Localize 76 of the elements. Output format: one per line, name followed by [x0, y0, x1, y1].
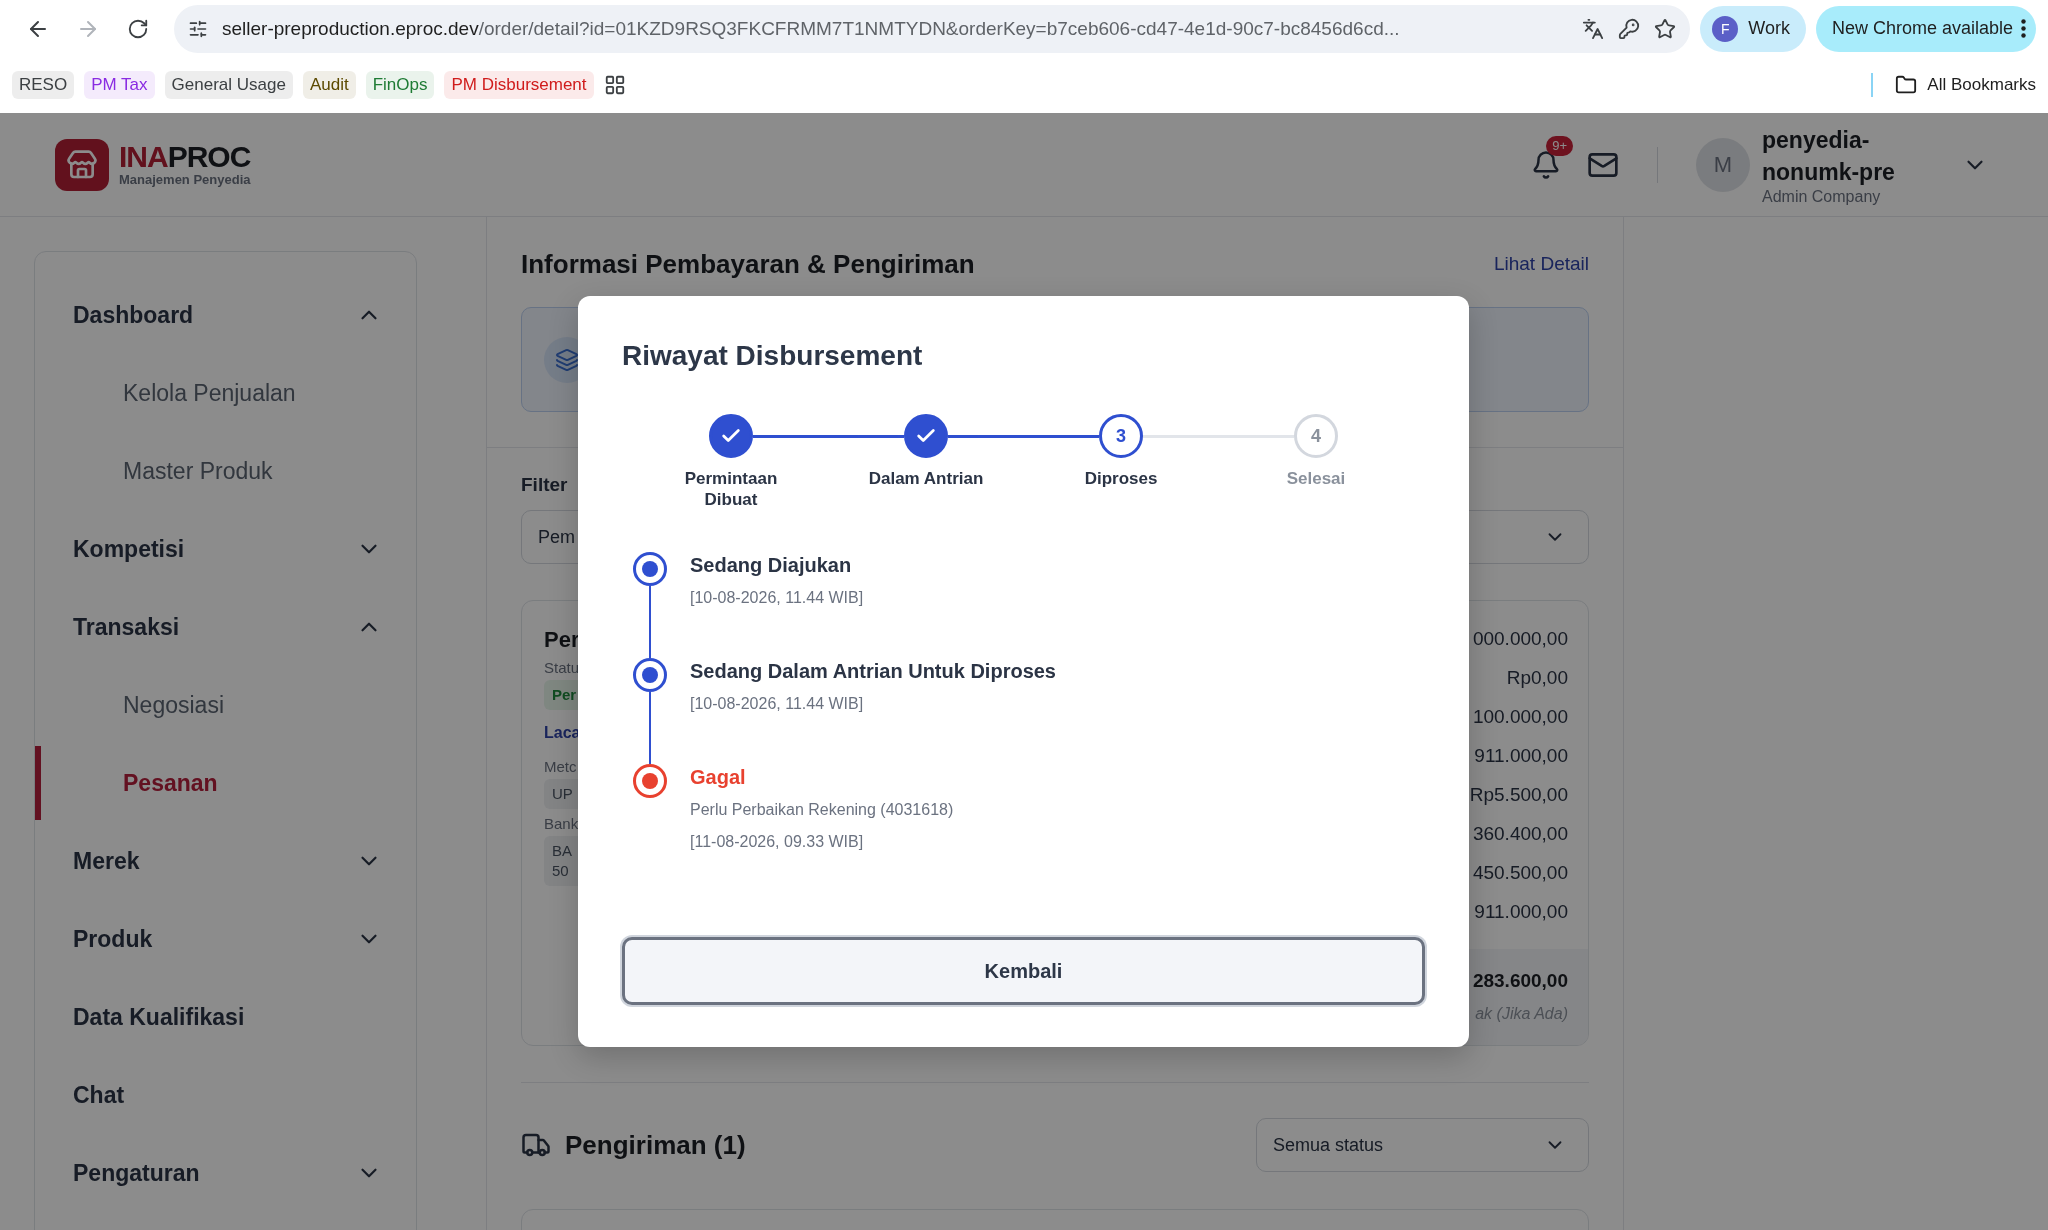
step-circle: 3	[1099, 414, 1143, 458]
profile-button[interactable]: F Work	[1700, 5, 1806, 52]
bookmark[interactable]: RESO	[12, 71, 75, 99]
translate-icon[interactable]	[1582, 17, 1605, 40]
step-circle: 4	[1294, 414, 1338, 458]
amount-value: Rp5.500,00	[1469, 783, 1568, 807]
section-title: Informasi Pembayaran & Pengiriman	[521, 248, 975, 280]
dialog-title: Riwayat Disbursement	[622, 339, 924, 373]
key-icon[interactable]	[1618, 17, 1641, 40]
more-icon	[2021, 19, 2026, 38]
total-amount: 283.600,00	[1472, 969, 1568, 993]
bookmark[interactable]: PM Tax	[84, 71, 155, 99]
sidebar-subitem[interactable]: Kelola Penjualan	[35, 354, 416, 432]
event-time: [11-08-2026, 09.33 WIB]	[690, 832, 865, 852]
shipping-title: Pengiriman (1)	[565, 1129, 747, 1161]
event-time: [10-08-2026, 11.44 WIB]	[690, 694, 865, 714]
update-label: New Chrome available	[1831, 18, 2013, 39]
folder-icon[interactable]	[1895, 74, 1918, 96]
brand-subtitle: Manajemen Penyedia	[119, 172, 251, 187]
sidebar-item[interactable]: Data Kualifikasi	[35, 978, 416, 1056]
amount-value: Rp0,00	[1506, 666, 1568, 690]
sidebar-subitem[interactable]: Negosiasi	[35, 666, 416, 744]
method-label: Metc	[544, 758, 577, 775]
update-button[interactable]: New Chrome available	[1815, 5, 2036, 52]
bookmark[interactable]: General Usage	[164, 71, 293, 99]
sidebar-item[interactable]: Pengaturan	[35, 1134, 416, 1212]
detail-link[interactable]: Lihat Detail	[1493, 253, 1589, 275]
amount-value: 100.000,00	[1472, 705, 1568, 729]
store-logo-icon	[55, 138, 109, 191]
profile-name: Work	[1748, 18, 1790, 39]
url-text: seller-preproduction.eproc.dev/order/detail?id=01KZD9RSQ3FKCFRMM7T1NMTYDN&orderKey=b7ceb606-cd47-4e1d-90c7-bc8456d6cd...	[222, 17, 1400, 39]
notification-badge: 9+	[1546, 135, 1573, 156]
site-settings-icon[interactable]	[188, 18, 208, 39]
star-icon[interactable]	[1654, 17, 1677, 40]
user-avatar[interactable]: M	[1696, 137, 1750, 192]
amount-value: 000.000,00	[1472, 627, 1568, 651]
amount-value: 911.000,00	[1474, 744, 1568, 768]
amount-value: 911.000,00	[1474, 900, 1568, 924]
sidebar-item[interactable]: Transaksi	[35, 588, 416, 666]
step-label: Selesai	[1286, 468, 1346, 489]
user-name: penyedia-nonumk-pre	[1762, 125, 1896, 187]
sidebar-subitem[interactable]: Pesanan	[35, 744, 416, 822]
bookmark[interactable]: PM Disbursement	[444, 71, 594, 99]
event-note: Perlu Perbaikan Rekening (4031618)	[690, 800, 955, 820]
step-label: Dalam Antrian	[868, 468, 984, 489]
event-title: Sedang Dalam Antrian Untuk Diproses	[690, 659, 1057, 684]
sidebar-item[interactable]: Kompetisi	[35, 510, 416, 588]
sidebar-item[interactable]: Produk	[35, 900, 416, 978]
step-label: Diproses	[1084, 468, 1158, 489]
status-select[interactable]: Semua status	[1256, 1118, 1589, 1172]
brand-name: INAPROC	[119, 142, 251, 172]
back-button[interactable]: Kembali	[622, 937, 1425, 1005]
apps-grid-icon[interactable]	[603, 74, 626, 96]
sidebar-item[interactable]: Chat	[35, 1056, 416, 1134]
bookmark[interactable]: FinOps	[365, 71, 435, 99]
amount-value: 450.500,00	[1472, 861, 1568, 885]
event-title: Gagal	[690, 765, 747, 790]
sidebar-item[interactable]: Dashboard	[35, 276, 416, 354]
card-title: Per	[544, 627, 580, 653]
filter-label: Filter	[521, 474, 568, 496]
all-bookmarks-link[interactable]: All Bookmarks	[1927, 75, 2036, 95]
bookmark[interactable]: Audit	[302, 71, 356, 99]
amount-value: 360.400,00	[1472, 822, 1568, 846]
address-bar[interactable]: seller-preproduction.eproc.dev/order/detail?id=01KZD9RSQ3FKCFRMM7T1NMTYDN&orderKey=b7ceb606-cd47-4e1d-90c7-bc8456d6cd...	[174, 4, 1691, 53]
reload-icon[interactable]	[127, 17, 149, 40]
notification-bell-icon[interactable]	[1531, 149, 1561, 180]
event-time: [10-08-2026, 11.44 WIB]	[690, 588, 865, 608]
bank-label: Bank	[544, 815, 579, 832]
status-label: Statu	[544, 659, 580, 676]
sidebar-subitem[interactable]: Master Produk	[35, 432, 416, 510]
event-title: Sedang Diajukan	[690, 553, 853, 578]
user-role: Admin Company	[1762, 187, 1882, 206]
sidebar-item[interactable]: Merek	[35, 822, 416, 900]
total-note: ak (Jika Ada)	[1475, 1004, 1568, 1024]
step-label: Permintaan Dibuat	[683, 468, 779, 510]
profile-avatar: F	[1712, 15, 1739, 42]
